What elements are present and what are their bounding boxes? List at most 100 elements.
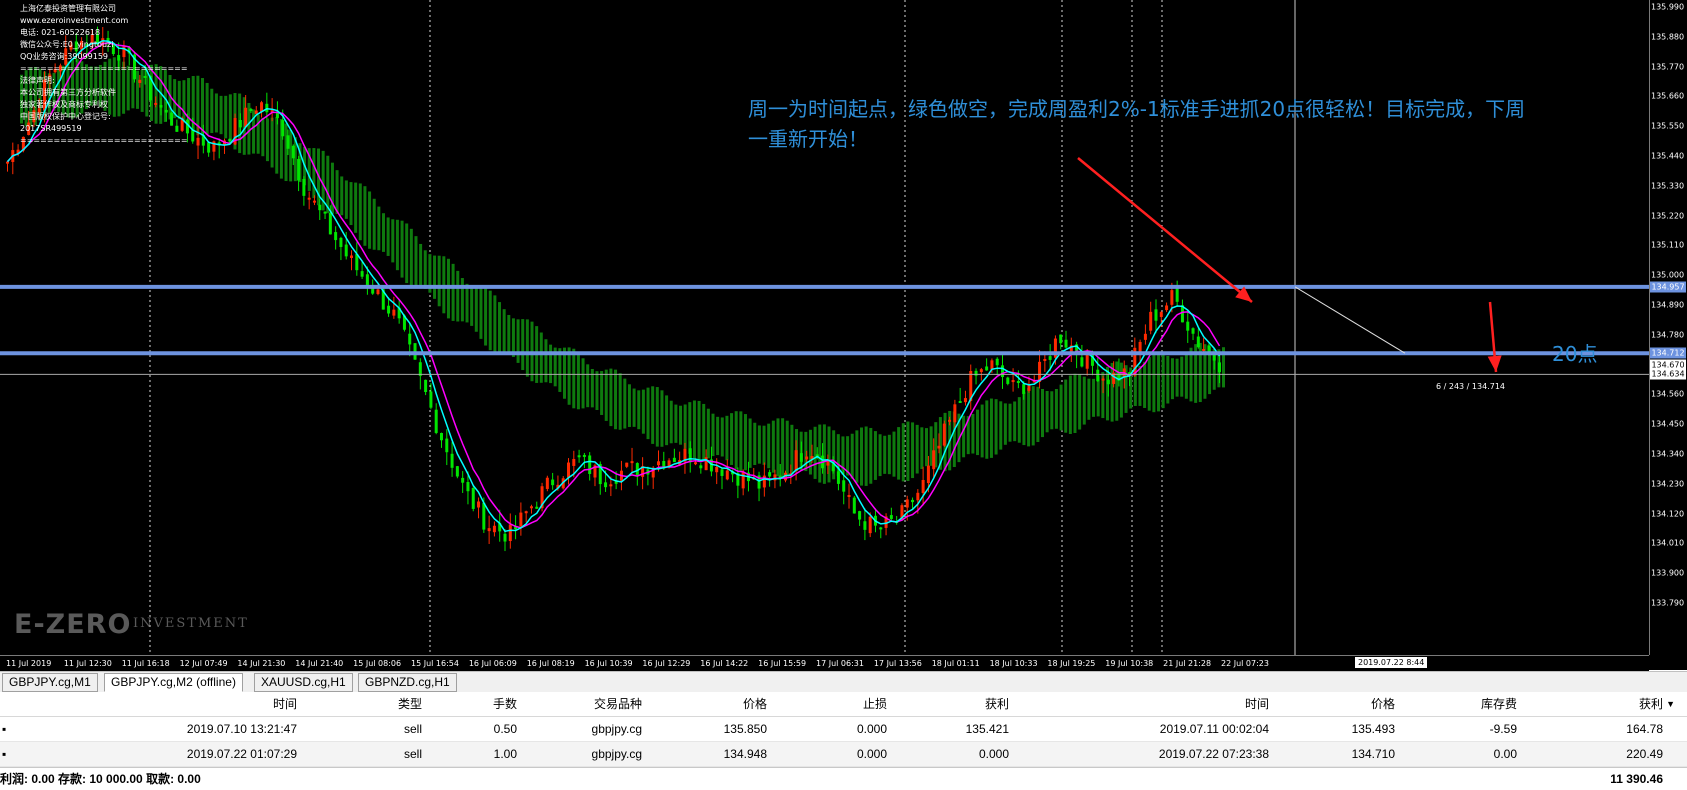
col-tp[interactable]: 获利 (985, 692, 1009, 716)
col-profit[interactable]: 获利 (1639, 692, 1663, 716)
cloud-bar (1064, 379, 1068, 433)
candle-body (741, 471, 745, 489)
cloud-bar (414, 236, 418, 287)
cloud-bar (989, 398, 993, 458)
price-tick-label: 135.110 (1651, 240, 1685, 250)
candle-body (720, 469, 724, 476)
candle-body (302, 178, 306, 196)
candle-body (937, 445, 941, 449)
candle-body (323, 211, 327, 214)
candle-body (1154, 309, 1158, 321)
cloud-bar (734, 411, 738, 469)
cloud-bar (442, 256, 446, 314)
cloud-bar (265, 118, 269, 162)
time-tick-label: 21 Jul 21:28 (1163, 659, 1212, 668)
price-tick-label: 135.770 (1651, 62, 1685, 72)
candle-body (6, 161, 9, 164)
candle-body (445, 438, 449, 453)
cloud-bar (822, 424, 826, 484)
cloud-bar (312, 148, 316, 199)
tab-gbpjpy-m1[interactable]: GBPJPY.cg,M1 (2, 673, 98, 692)
candle-body (297, 158, 301, 181)
cloud-bar (349, 182, 353, 226)
cloud-bar (456, 270, 460, 322)
time-tick-label: 18 Jul 01:11 (931, 659, 980, 668)
candle-body (926, 465, 930, 484)
cloud-bar (776, 418, 780, 477)
tab-gbpjpy-m2-offline[interactable]: GBPJPY.cg,M2 (offline) (104, 673, 243, 692)
chart-window[interactable]: 上海亿泰投资管理有限公司 www.ezeroinvestment.com 电话:… (0, 0, 1687, 671)
tab-xauusd-h1[interactable]: XAUUSD.cg,H1 (254, 673, 353, 692)
cloud-bar (985, 400, 989, 459)
candle-body (238, 119, 242, 128)
candle-body (360, 271, 364, 277)
candle-body (1006, 377, 1010, 384)
cloud-bar (604, 369, 608, 421)
cell-sl: 0.000 (856, 747, 887, 761)
cloud-bar (433, 255, 437, 299)
cloud-bar (1119, 362, 1123, 418)
col-open-price[interactable]: 价格 (743, 692, 767, 716)
cloud-bar (1041, 388, 1045, 438)
annotation-line-2: 一重新开始！ (748, 127, 868, 151)
tab-gbpnzd-h1[interactable]: GBPNZD.cg,H1 (358, 673, 457, 692)
cell-tp: 0.000 (978, 747, 1009, 761)
cloud-bar (419, 243, 423, 288)
cloud-bar (576, 352, 580, 410)
cloud-bar (920, 427, 924, 470)
candle-body (588, 455, 592, 474)
cloud-bar (372, 198, 376, 250)
candle-body (868, 516, 872, 534)
col-symbol[interactable]: 交易品种 (594, 692, 642, 716)
cloud-bar (381, 213, 385, 252)
col-sl[interactable]: 止损 (863, 692, 887, 716)
cloud-bar (743, 414, 747, 471)
cloud-bar (1157, 352, 1161, 412)
cloud-bar (892, 431, 896, 477)
cloud-bar (632, 388, 636, 427)
cloud-bar (391, 219, 395, 263)
candle-body (995, 358, 999, 366)
table-row[interactable]: ▪ 2019.07.22 01:07:29 sell 1.00 gbpjpy.c… (0, 742, 1687, 767)
candle-body (799, 453, 803, 462)
col-close-time[interactable]: 时间 (1245, 692, 1269, 716)
sort-arrow-icon[interactable]: ▼ (1666, 692, 1675, 716)
order-icon: ▪ (2, 747, 7, 761)
candle-body (328, 212, 332, 235)
candle-body (715, 467, 719, 473)
candle-body (1207, 345, 1211, 352)
cloud-bar (368, 191, 372, 249)
col-volume[interactable]: 手数 (493, 692, 517, 716)
candle-body (334, 232, 338, 241)
col-type[interactable]: 类型 (398, 692, 422, 716)
candle-body (1048, 356, 1052, 360)
time-tick-label: 16 Jul 08:19 (526, 659, 575, 668)
cloud-bar (1166, 355, 1170, 404)
cloud-bar (344, 180, 348, 219)
candle-body (487, 528, 491, 532)
cloud-bar (767, 423, 771, 469)
cloud-bar (600, 371, 604, 415)
cloud-bar (962, 415, 966, 458)
candle-body (842, 480, 846, 492)
price-tick-label: 134.890 (1651, 300, 1685, 310)
col-open-time[interactable]: 时间 (273, 692, 297, 716)
cloud-bar (581, 358, 585, 409)
cloud-bar (929, 426, 933, 466)
table-row[interactable]: ▪ 2019.07.10 13:21:47 sell 0.50 gbpjpy.c… (0, 717, 1687, 742)
col-close-price[interactable]: 价格 (1371, 692, 1395, 716)
cloud-bar (205, 82, 209, 135)
cell-volume: 1.00 (493, 747, 517, 761)
col-swap[interactable]: 库存费 (1481, 692, 1517, 716)
cell-open-price: 134.948 (723, 747, 767, 761)
cell-symbol: gbpjpy.cg (591, 722, 642, 736)
candle-body (921, 479, 925, 493)
cloud-bar (753, 422, 757, 466)
candle-body (656, 461, 660, 466)
cloud-bar (437, 255, 441, 307)
time-tick-label: 16 Jul 12:29 (642, 659, 691, 668)
candle-body (911, 499, 915, 503)
cell-profit: 164.78 (1626, 722, 1663, 736)
time-tick-label: 19 Jul 10:38 (1105, 659, 1154, 668)
price-tick-label: 133.790 (1651, 598, 1685, 608)
